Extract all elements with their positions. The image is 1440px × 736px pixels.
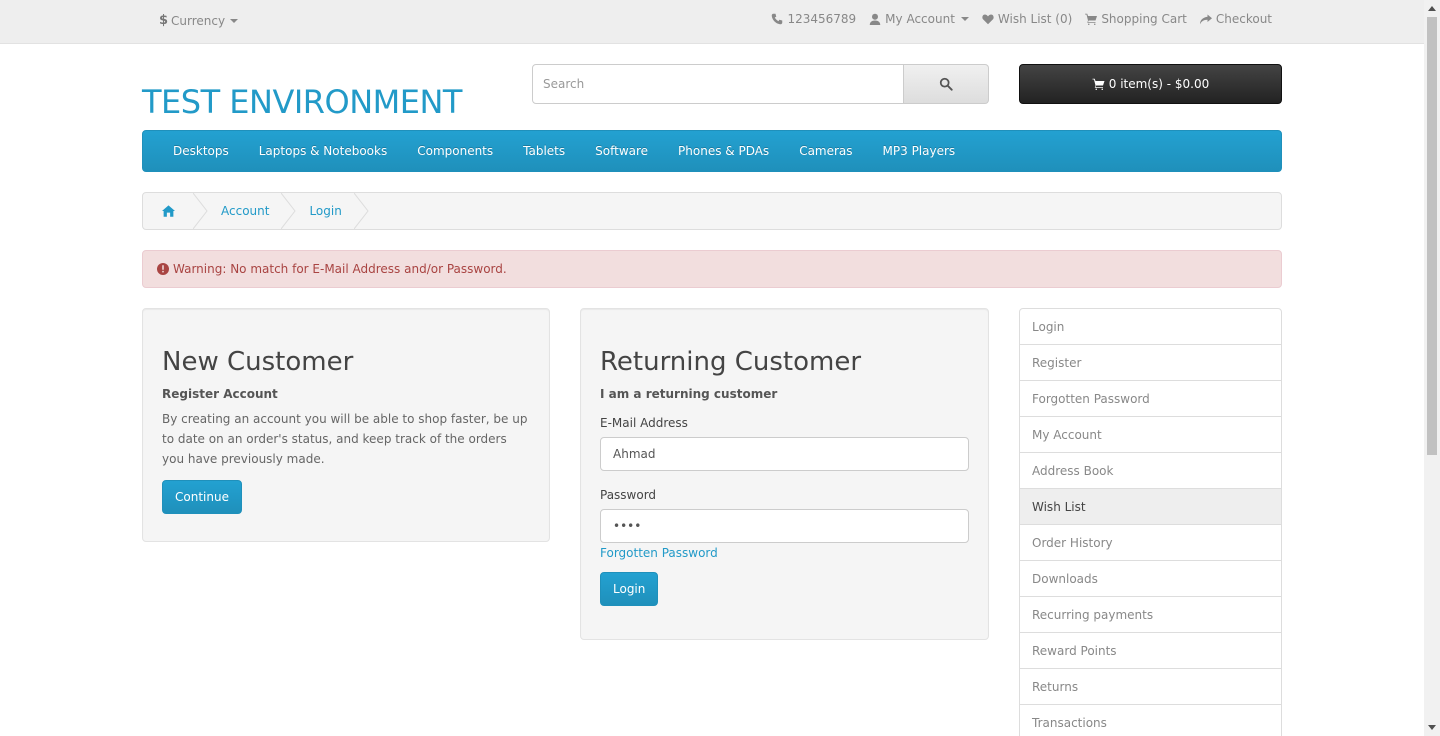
phone-link[interactable]: 123456789 — [771, 12, 856, 26]
site-logo[interactable]: TEST ENVIRONMENT — [142, 83, 462, 121]
sidebar-item-login[interactable]: Login — [1019, 308, 1282, 345]
password-field[interactable] — [600, 509, 969, 543]
alert-text: Warning: No match for E-Mail Address and… — [173, 262, 507, 276]
checkout-label: Checkout — [1215, 12, 1272, 26]
scroll-up-arrow-icon[interactable] — [1424, 0, 1440, 17]
my-account-label: My Account — [885, 12, 955, 26]
login-button[interactable]: Login — [600, 572, 659, 606]
register-description: By creating an account you will be able … — [162, 412, 528, 466]
menu-item-phones[interactable]: Phones & PDAs — [663, 144, 784, 158]
sidebar-item-address-book[interactable]: Address Book — [1019, 452, 1282, 489]
currency-symbol: $ — [159, 13, 169, 28]
breadcrumb-separator — [353, 192, 374, 230]
cart-icon — [1085, 13, 1098, 25]
menu-item-cameras[interactable]: Cameras — [784, 144, 867, 158]
sidebar-item-order-history[interactable]: Order History — [1019, 524, 1282, 561]
new-customer-panel: New Customer Register Account By creatin… — [142, 308, 550, 542]
returning-customer-heading: I am a returning customer — [600, 387, 778, 401]
cart-button[interactable]: 0 item(s) - $0.00 — [1019, 64, 1282, 104]
password-label: Password — [600, 488, 657, 502]
cart-label: 0 item(s) - $0.00 — [1108, 77, 1210, 91]
sidebar-item-downloads[interactable]: Downloads — [1019, 560, 1282, 597]
returning-customer-title: Returning Customer — [600, 347, 862, 377]
breadcrumb-login[interactable]: Login — [301, 193, 353, 229]
cart-icon — [1092, 78, 1105, 90]
share-icon — [1199, 14, 1212, 25]
email-field[interactable] — [600, 437, 969, 471]
home-icon — [161, 205, 175, 217]
top-links: 123456789 My Account Wish List (0) Shopp… — [771, 12, 1272, 26]
heart-icon — [982, 14, 994, 25]
account-sidebar: Login Register Forgotten Password My Acc… — [1019, 308, 1282, 736]
search-button[interactable] — [904, 64, 989, 104]
sidebar-item-recurring-payments[interactable]: Recurring payments — [1019, 596, 1282, 633]
page-scrollbar[interactable] — [1424, 0, 1440, 736]
sidebar-item-forgotten-password[interactable]: Forgotten Password — [1019, 380, 1282, 417]
currency-label: Currency — [171, 13, 226, 28]
sidebar-item-reward-points[interactable]: Reward Points — [1019, 632, 1282, 669]
register-account-heading: Register Account — [162, 387, 278, 401]
menu-item-mp3[interactable]: MP3 Players — [868, 144, 971, 158]
menu-item-laptops[interactable]: Laptops & Notebooks — [244, 144, 402, 158]
breadcrumb-account[interactable]: Account — [213, 193, 281, 229]
main-menu: Desktops Laptops & Notebooks Components … — [142, 130, 1282, 172]
wishlist-link[interactable]: Wish List (0) — [982, 12, 1072, 26]
my-account-link[interactable]: My Account — [869, 12, 969, 26]
menu-item-software[interactable]: Software — [580, 144, 663, 158]
wishlist-label: Wish List (0) — [997, 12, 1073, 26]
user-icon — [869, 13, 881, 25]
returning-customer-panel: Returning Customer I am a returning cust… — [580, 308, 989, 640]
sidebar-item-my-account[interactable]: My Account — [1019, 416, 1282, 453]
new-customer-title: New Customer — [162, 347, 354, 377]
search-input[interactable] — [532, 64, 904, 104]
currency-dropdown[interactable]: $ Currency — [159, 13, 239, 28]
breadcrumb-separator — [192, 192, 213, 230]
shopping-cart-link[interactable]: Shopping Cart — [1085, 12, 1187, 26]
breadcrumb: Account Login — [142, 192, 1282, 230]
phone-icon — [772, 13, 783, 25]
continue-button[interactable]: Continue — [162, 480, 242, 514]
caret-down-icon — [230, 18, 239, 23]
warning-alert: Warning: No match for E-Mail Address and… — [142, 250, 1282, 288]
menu-item-components[interactable]: Components — [402, 144, 508, 158]
scroll-down-arrow-icon[interactable] — [1424, 719, 1440, 736]
breadcrumb-home[interactable] — [143, 193, 193, 229]
forgotten-password-link[interactable]: Forgotten Password — [600, 546, 969, 560]
shopping-cart-label: Shopping Cart — [1101, 12, 1187, 26]
caret-down-icon — [960, 17, 969, 21]
phone-number: 123456789 — [787, 12, 857, 26]
email-label: E-Mail Address — [600, 416, 688, 430]
sidebar-item-returns[interactable]: Returns — [1019, 668, 1282, 705]
top-bar: $ Currency 123456789 My Account Wish Lis… — [0, 0, 1424, 44]
checkout-link[interactable]: Checkout — [1199, 12, 1272, 26]
sidebar-item-wish-list[interactable]: Wish List — [1019, 488, 1282, 525]
menu-item-desktops[interactable]: Desktops — [158, 144, 244, 158]
exclamation-circle-icon — [157, 263, 169, 275]
sidebar-item-transactions[interactable]: Transactions — [1019, 704, 1282, 736]
sidebar-item-register[interactable]: Register — [1019, 344, 1282, 381]
scrollbar-thumb[interactable] — [1427, 17, 1437, 455]
menu-item-tablets[interactable]: Tablets — [508, 144, 580, 158]
breadcrumb-separator — [281, 192, 301, 230]
search-bar — [532, 64, 989, 104]
search-icon — [939, 77, 953, 91]
